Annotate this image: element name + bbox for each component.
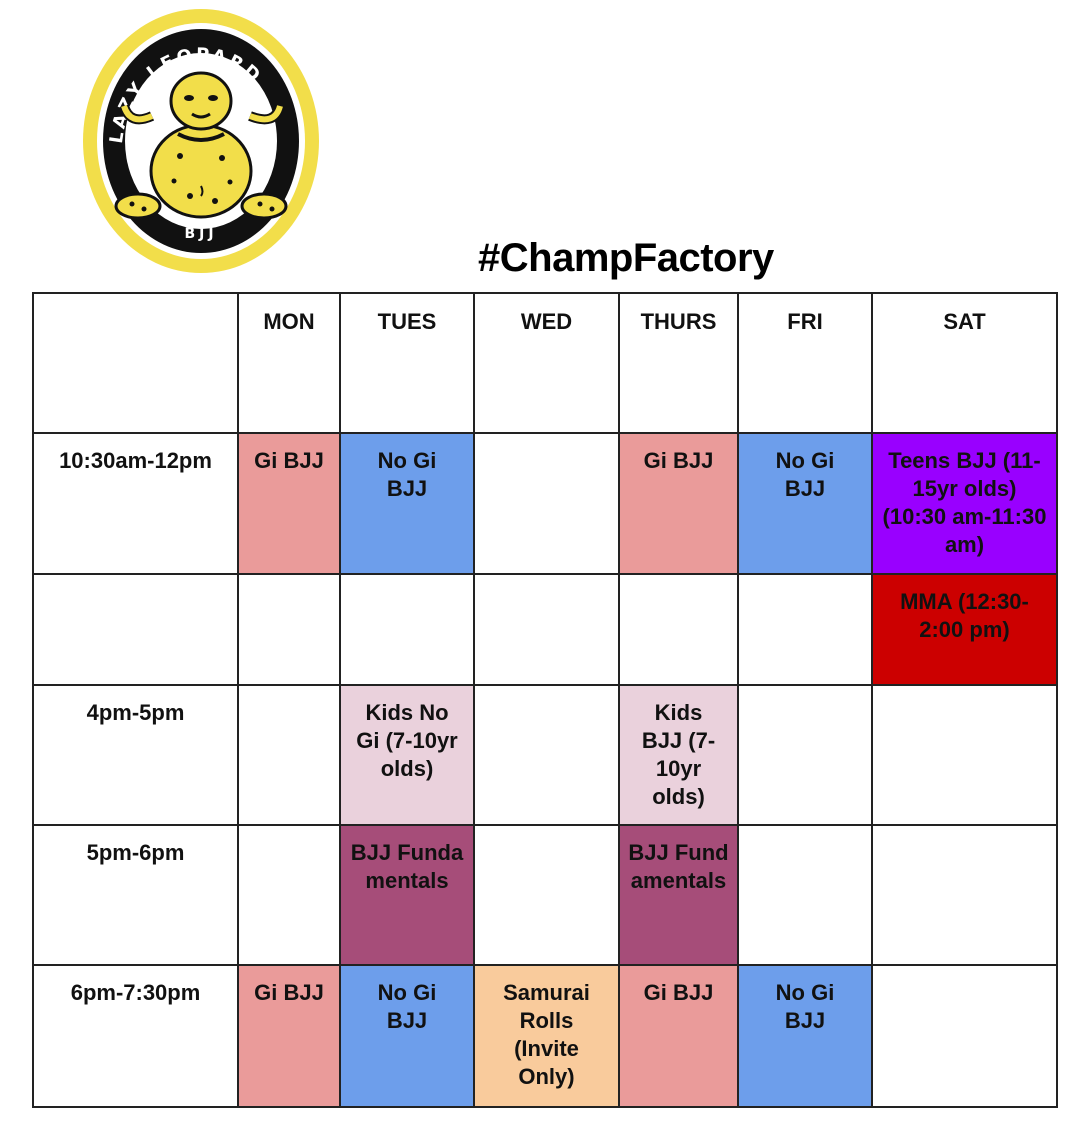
schedule-row: 4pm-5pm Kids No Gi (7-10yr olds) Kids BJ… — [32, 684, 1058, 826]
class-cell: Gi BJJ — [618, 964, 739, 1108]
class-cell: Gi BJJ — [237, 432, 341, 575]
empty-cell — [237, 824, 341, 966]
time-slot — [32, 573, 239, 686]
empty-cell — [737, 824, 873, 966]
day-header-tues: TUES — [339, 292, 475, 434]
schedule-row: 6pm-7:30pm Gi BJJ No Gi BJJ Samurai Roll… — [32, 964, 1058, 1108]
header-row: MON TUES WED THURS FRI SAT — [32, 292, 1058, 434]
class-cell: Kids No Gi (7-10yr olds) — [339, 684, 475, 826]
class-cell: MMA (12:30-2:00 pm) — [871, 573, 1058, 686]
class-cell: No Gi BJJ — [737, 964, 873, 1108]
page-title: #ChampFactory — [478, 236, 774, 280]
class-cell: Kids BJJ (7-10yr olds) — [618, 684, 739, 826]
class-cell: No Gi BJJ — [737, 432, 873, 575]
empty-cell — [237, 573, 341, 686]
empty-cell — [871, 684, 1058, 826]
empty-cell — [737, 573, 873, 686]
day-header-fri: FRI — [737, 292, 873, 434]
schedule-row: MMA (12:30-2:00 pm) — [32, 573, 1058, 686]
empty-cell — [473, 432, 620, 575]
class-cell: Gi BJJ — [618, 432, 739, 575]
class-cell: No Gi BJJ — [339, 432, 475, 575]
class-cell: BJJ Fundamentals — [339, 824, 475, 966]
empty-cell — [737, 684, 873, 826]
empty-cell — [871, 824, 1058, 966]
empty-cell — [871, 964, 1058, 1108]
class-cell: Samurai Rolls (Invite Only) — [473, 964, 620, 1108]
time-slot: 6pm-7:30pm — [32, 964, 239, 1108]
svg-text:BJJ: BJJ — [184, 226, 217, 242]
corner-cell — [32, 292, 239, 434]
class-cell: Gi BJJ — [237, 964, 341, 1108]
time-slot: 4pm-5pm — [32, 684, 239, 826]
day-header-wed: WED — [473, 292, 620, 434]
time-slot: 5pm-6pm — [32, 824, 239, 966]
empty-cell — [339, 573, 475, 686]
class-schedule-table: MON TUES WED THURS FRI SAT 10:30am-12pm … — [32, 292, 1058, 1108]
empty-cell — [473, 573, 620, 686]
class-cell: Teens BJJ (11-15yr olds) (10:30 am-11:30… — [871, 432, 1058, 575]
empty-cell — [473, 684, 620, 826]
day-header-sat: SAT — [871, 292, 1058, 434]
class-cell: BJJ Fundamentals — [618, 824, 739, 966]
schedule-row: 5pm-6pm BJJ Fundamentals BJJ Fundamental… — [32, 824, 1058, 966]
time-slot: 10:30am-12pm — [32, 432, 239, 575]
empty-cell — [237, 684, 341, 826]
lazy-leopard-logo: LAZY LEOPARD BJJ — [83, 9, 319, 273]
empty-cell — [618, 573, 739, 686]
class-cell: No Gi BJJ — [339, 964, 475, 1108]
day-header-mon: MON — [237, 292, 341, 434]
day-header-thurs: THURS — [618, 292, 739, 434]
schedule-row: 10:30am-12pm Gi BJJ No Gi BJJ Gi BJJ No … — [32, 432, 1058, 575]
empty-cell — [473, 824, 620, 966]
